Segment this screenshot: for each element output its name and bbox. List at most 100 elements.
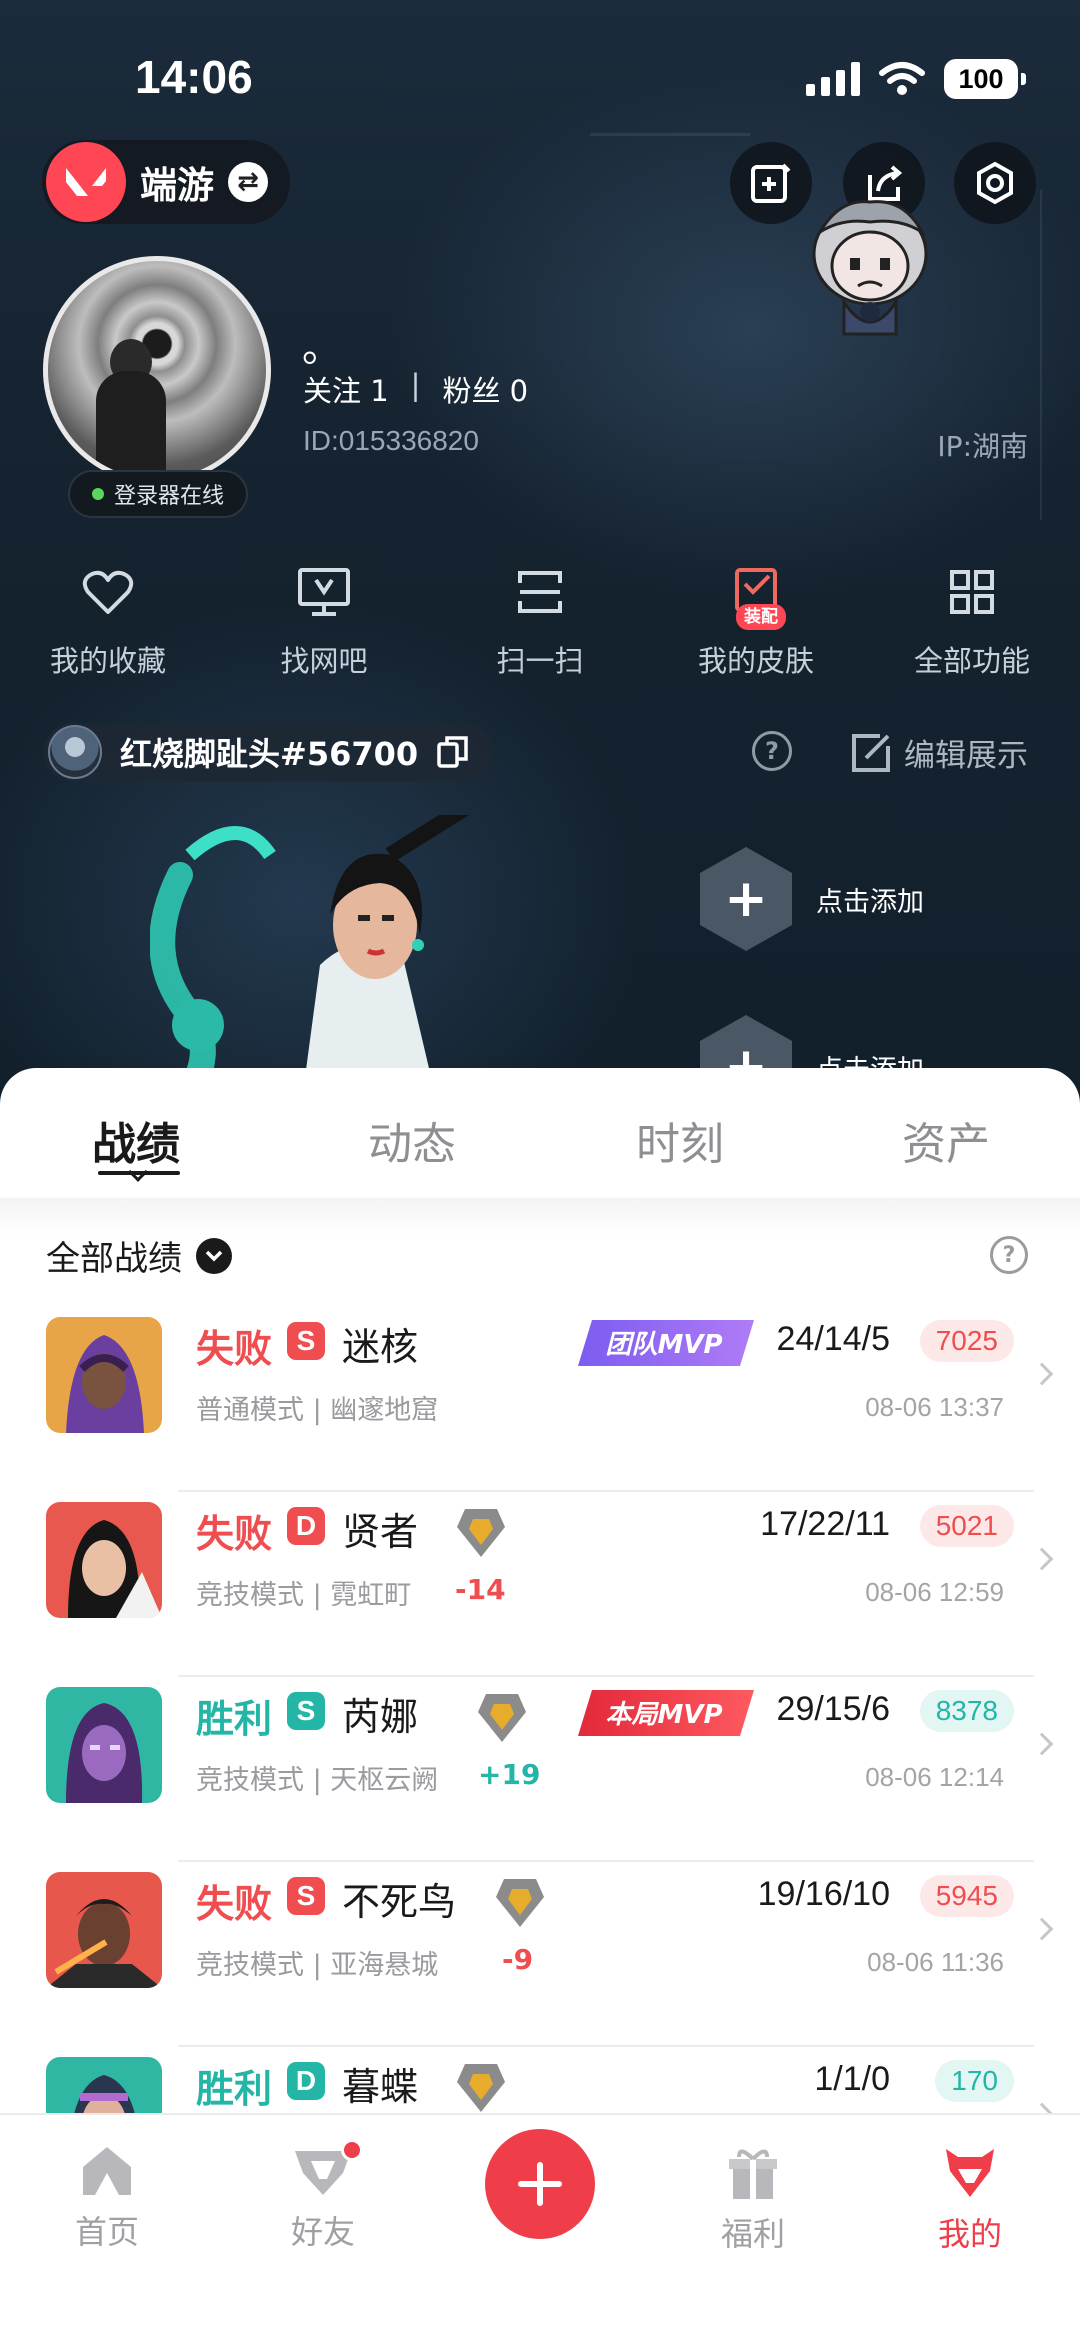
equip-tag: 装配 [736,604,786,630]
match-result: 失败 [196,1327,273,1371]
game-mode: 普通模式 [196,1395,304,1426]
nav-label: 首页 [74,2213,139,2251]
edit-display-button[interactable]: 编辑展示 [850,730,1028,775]
match-score: 7025 [919,1320,1014,1362]
match-row[interactable]: 失败 S 不死鸟 竞技模式 | 亚海悬城 -9 19/16/10 5945 08… [0,1863,1080,2047]
shortcut-scan[interactable]: 扫一扫 [432,560,648,680]
row-divider [178,1860,1034,1862]
shortcut-label: 找网吧 [280,644,368,678]
create-post-button[interactable] [485,2129,595,2239]
map-name: 天枢云阙 [330,1765,439,1796]
chevron-right-icon [1030,1917,1054,1941]
match-row[interactable]: 胜利 S 芮娜 竞技模式 | 天枢云阙 +19 本局MVP 29/15/6 83… [0,1678,1080,1862]
match-row[interactable]: 失败 S 迷核 普通模式 | 幽邃地窟 团队MVP 24/14/5 7025 0… [0,1308,1080,1492]
mode-map: 普通模式 | 幽邃地窟 [196,1395,439,1426]
shortcut-label: 全部功能 [913,644,1030,678]
valorant-logo-icon [46,142,126,222]
gift-icon [729,2149,777,2199]
tab-activity[interactable]: 动态 [368,1108,456,1172]
edit-display-label: 编辑展示 [904,738,1028,774]
kda: 24/14/5 [776,1320,890,1358]
tab-bar: 战绩 动态 时刻 资产 [0,1108,1080,1198]
agent-name: 迷核 [342,1325,419,1369]
grid-icon [940,560,1004,624]
performance-grade: S [287,1692,325,1730]
match-time: 08-06 13:37 [865,1392,1004,1422]
tab-moments[interactable]: 时刻 [636,1108,724,1172]
performance-grade: S [287,1877,325,1915]
wifi-icon [879,62,925,95]
filter-label: 全部战绩 [46,1239,182,1279]
match-result: 胜利 [196,1697,273,1741]
add-slot-label: 点击添加 [816,886,924,918]
performance-grade: S [287,1322,325,1360]
online-status-badge: 登录器在线 [68,470,249,518]
performance-grade: D [287,1507,325,1545]
heart-icon [76,560,140,624]
shortcut-row: 我的收藏 找网吧 扫一扫 装配 我的皮肤 全部功能 [0,560,1080,680]
shortcut-internet-cafe[interactable]: 找网吧 [216,560,432,680]
kda: 1/1/0 [814,2060,890,2098]
scan-icon [508,560,572,624]
agent-avatar [46,1687,162,1803]
chevron-right-icon [1030,1362,1054,1386]
agent-name: 暮蝶 [342,2065,419,2109]
follow-stats: 关注 1 | 粉丝 0 [303,368,528,410]
following-count[interactable]: 关注 1 [303,368,389,410]
shortcut-favorites[interactable]: 我的收藏 [0,560,216,680]
nav-friends[interactable]: 好友 [253,2139,393,2253]
signal-icon [806,62,860,96]
user-avatar[interactable] [43,256,271,484]
match-row[interactable]: 失败 D 贤者 竞技模式 | 霓虹町 -14 17/22/11 5021 08-… [0,1493,1080,1677]
plus-icon: + [700,847,792,951]
map-name: 亚海悬城 [330,1950,439,1981]
ip-location: IP:湖南 [937,430,1028,463]
follow-separator: | [410,368,421,402]
chevron-down-icon [196,1237,232,1274]
nav-welfare[interactable]: 福利 [683,2143,823,2255]
mode-map: 竞技模式 | 天枢云阙 [196,1765,439,1796]
map-name: 幽邃地窟 [330,1395,439,1426]
agent-name: 不死鸟 [342,1880,457,1924]
battery-indicator: 100 [944,59,1026,99]
shortcut-my-skins[interactable]: 装配 我的皮肤 [648,560,864,680]
showcase-add-slot[interactable]: + 点击添加 [700,847,924,951]
skin-icon: 装配 [724,560,788,630]
kda: 19/16/10 [757,1875,890,1913]
online-status-text: 登录器在线 [114,484,225,509]
kda: 29/15/6 [776,1690,890,1728]
match-score: 5945 [919,1875,1014,1917]
monitor-icon [292,560,356,624]
rank-points-change: +19 [478,1758,541,1791]
agent-name: 芮娜 [342,1695,419,1739]
game-account-pill[interactable]: 红烧脚趾头#56700 [44,723,495,781]
nav-profile[interactable]: 我的 [900,2143,1040,2255]
mode-map: 竞技模式 | 亚海悬城 [196,1950,439,1981]
decor-line [590,133,750,136]
help-icon[interactable]: ? [752,731,792,771]
app-switch-button[interactable]: 端游 ⇄ [42,140,290,224]
agent-avatar [46,1872,162,1988]
swap-icon: ⇄ [228,162,268,202]
match-time: 08-06 12:59 [865,1577,1004,1607]
nav-home[interactable]: 首页 [37,2143,177,2253]
records-filter[interactable]: 全部战绩 [46,1231,232,1280]
tab-assets[interactable]: 资产 [902,1108,990,1172]
help-icon[interactable]: ? [990,1236,1028,1274]
shortcut-label: 我的收藏 [49,644,166,678]
map-name: 霓虹町 [330,1580,412,1611]
match-score: 8378 [919,1690,1014,1732]
shortcut-all-features[interactable]: 全部功能 [864,560,1080,680]
chevron-right-icon [1030,1732,1054,1756]
rank-badge-icon [478,1694,526,1742]
match-time: 08-06 12:14 [865,1762,1004,1792]
copy-icon[interactable] [436,735,470,769]
settings-button[interactable] [954,142,1036,224]
shortcut-label: 扫一扫 [496,644,584,678]
followers-count[interactable]: 粉丝 0 [442,368,528,410]
notification-dot [341,2139,363,2161]
agent-avatar [46,1502,162,1618]
edit-icon [852,733,890,772]
avatar-figure [96,371,166,479]
status-time: 14:06 [135,51,253,103]
